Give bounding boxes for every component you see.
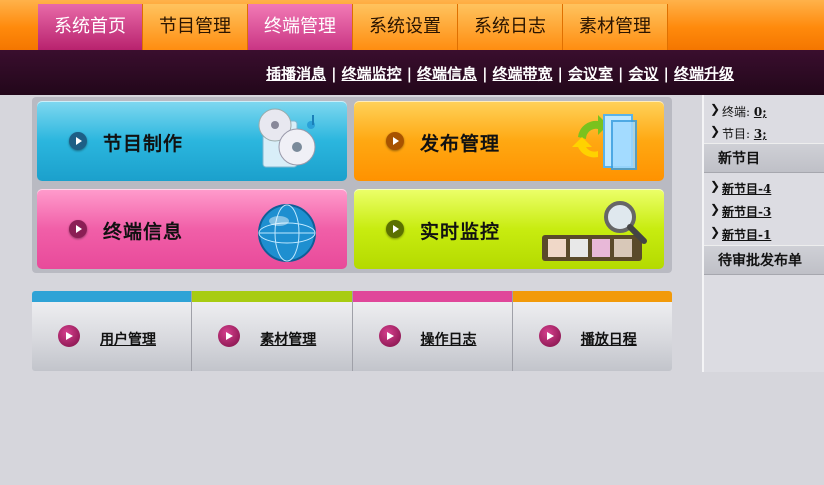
- subnav-insert-message[interactable]: 插播消息: [266, 65, 326, 83]
- top-nav-bar: 系统首页 节目管理 终端管理 系统设置 系统日志 素材管理: [0, 0, 824, 50]
- subnav-separator: |: [406, 65, 413, 83]
- arrow-circle-icon: [538, 325, 561, 347]
- chevron-right-icon: ❯: [710, 124, 721, 138]
- arrow-circle-icon: [218, 325, 241, 347]
- subnav-separator: |: [482, 65, 488, 83]
- tab-program-management[interactable]: 节目管理: [143, 4, 248, 50]
- subnav-separator: |: [557, 65, 564, 83]
- operation-log-button[interactable]: 操作日志: [352, 291, 513, 371]
- stat-label: 终端:: [722, 105, 751, 119]
- tab-system-home[interactable]: 系统首页: [38, 4, 143, 50]
- tab-system-settings[interactable]: 系统设置: [353, 4, 458, 50]
- subnav-terminal-info[interactable]: 终端信息: [417, 65, 477, 83]
- list-item: ❯ 新节目-4: [710, 179, 771, 197]
- pending-approval-heading[interactable]: 待审批发布单: [704, 245, 824, 275]
- tab-system-log[interactable]: 系统日志: [458, 4, 563, 50]
- color-strip: [32, 291, 192, 302]
- sub-nav-links: 插播消息 | 终端监控 | 终端信息 | 终端带宽 | 会议室 | 会议 | 终端升级: [266, 63, 734, 84]
- globe-icon: [258, 204, 316, 262]
- stat-terminals: ❯ 终端: 0;: [710, 102, 767, 120]
- program-count-link[interactable]: 3;: [754, 127, 767, 141]
- tile-label: 终端信息: [103, 221, 184, 243]
- arrow-bullet-icon: [386, 220, 404, 238]
- new-program-link[interactable]: 新节目-1: [722, 228, 771, 242]
- color-strip: [192, 291, 352, 302]
- new-programs-heading: 新节目: [704, 143, 824, 173]
- subnav-terminal-upgrade[interactable]: 终端升级: [674, 65, 734, 83]
- tile-program-production[interactable]: 节目制作: [37, 101, 347, 181]
- publish-arrows-icon: [572, 114, 637, 170]
- film-magnifier-icon: [542, 201, 647, 261]
- chevron-right-icon: ❯: [710, 225, 721, 239]
- tab-material-management[interactable]: 素材管理: [563, 4, 668, 50]
- tile-publish-management[interactable]: 发布管理: [354, 101, 664, 181]
- arrow-bullet-icon: [69, 132, 87, 150]
- user-management-button[interactable]: 用户管理: [32, 291, 193, 371]
- tile-realtime-monitor[interactable]: 实时监控: [354, 189, 664, 269]
- arrow-circle-icon: [58, 325, 80, 347]
- new-program-link[interactable]: 新节目-3: [722, 205, 771, 219]
- button-label: 播放日程: [580, 332, 637, 348]
- subnav-meeting-room[interactable]: 会议室: [568, 65, 613, 83]
- new-program-link[interactable]: 新节目-4: [722, 182, 771, 196]
- subnav-meeting[interactable]: 会议: [629, 65, 659, 83]
- stat-label: 节目:: [722, 127, 751, 141]
- right-sidebar: ❯ 终端: 0; ❯ 节目: 3; 新节目 ❯ 新节目-4 ❯ 新节目-3 ❯ …: [702, 95, 824, 372]
- list-item: ❯ 新节目-3: [710, 202, 771, 220]
- tab-terminal-management[interactable]: 终端管理: [248, 4, 353, 50]
- chevron-right-icon: ❯: [710, 179, 721, 193]
- subnav-separator: |: [618, 65, 624, 83]
- button-label: 素材管理: [260, 332, 317, 348]
- subnav-separator: |: [663, 65, 669, 83]
- arrow-circle-icon: [378, 325, 401, 347]
- tile-label: 发布管理: [420, 133, 501, 155]
- chevron-right-icon: ❯: [710, 202, 721, 216]
- sub-nav-bar: 插播消息 | 终端监控 | 终端信息 | 终端带宽 | 会议室 | 会议 | 终端升级: [0, 50, 824, 95]
- tile-label: 实时监控: [420, 221, 501, 243]
- button-label: 操作日志: [420, 332, 477, 348]
- subnav-separator: |: [331, 65, 337, 83]
- feature-tiles-panel: 节目制作 发布管理 终端信息 实时监控: [32, 97, 672, 273]
- color-strip: [512, 291, 672, 302]
- disc-media-icon: [258, 108, 316, 168]
- button-label: 用户管理: [100, 332, 156, 348]
- tile-label: 节目制作: [103, 133, 184, 155]
- arrow-bullet-icon: [69, 220, 87, 238]
- play-schedule-button[interactable]: 播放日程: [512, 291, 672, 371]
- subnav-terminal-bandwidth[interactable]: 终端带宽: [493, 65, 553, 83]
- main-tabs: 系统首页 节目管理 终端管理 系统设置 系统日志 素材管理: [38, 4, 668, 50]
- quick-buttons-row: 用户管理 素材管理 操作日志 播放日程: [32, 291, 672, 371]
- tile-terminal-info[interactable]: 终端信息: [37, 189, 347, 269]
- chevron-right-icon: ❯: [710, 102, 721, 116]
- color-strip: [352, 291, 512, 302]
- subnav-terminal-monitor[interactable]: 终端监控: [342, 65, 402, 83]
- list-item: ❯ 新节目-1: [710, 225, 771, 243]
- terminal-count-link[interactable]: 0;: [754, 105, 767, 119]
- arrow-bullet-icon: [386, 132, 404, 150]
- stat-programs: ❯ 节目: 3;: [710, 124, 767, 142]
- material-management-button[interactable]: 素材管理: [192, 291, 353, 371]
